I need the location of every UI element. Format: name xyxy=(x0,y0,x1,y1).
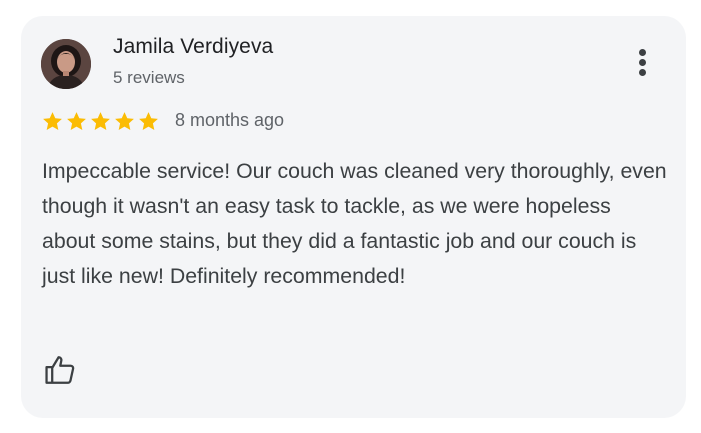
star-icon xyxy=(89,110,112,134)
author-name[interactable]: Jamila Verdiyeva xyxy=(113,35,273,59)
star-icon xyxy=(65,110,88,134)
thumbs-up-icon[interactable] xyxy=(43,353,77,387)
star-icon xyxy=(41,110,64,134)
more-vert-icon[interactable] xyxy=(632,44,654,80)
star-icon xyxy=(113,110,136,134)
review-card: Jamila Verdiyeva 5 reviews 8 months ago … xyxy=(21,16,686,418)
review-time: 8 months ago xyxy=(175,110,285,130)
avatar[interactable] xyxy=(41,39,91,89)
star-icon xyxy=(137,110,160,134)
star-rating xyxy=(41,110,160,134)
author-review-count[interactable]: 5 reviews xyxy=(113,68,185,88)
review-text: Impeccable service! Our couch was cleane… xyxy=(42,159,667,288)
avatar-image xyxy=(41,39,91,89)
